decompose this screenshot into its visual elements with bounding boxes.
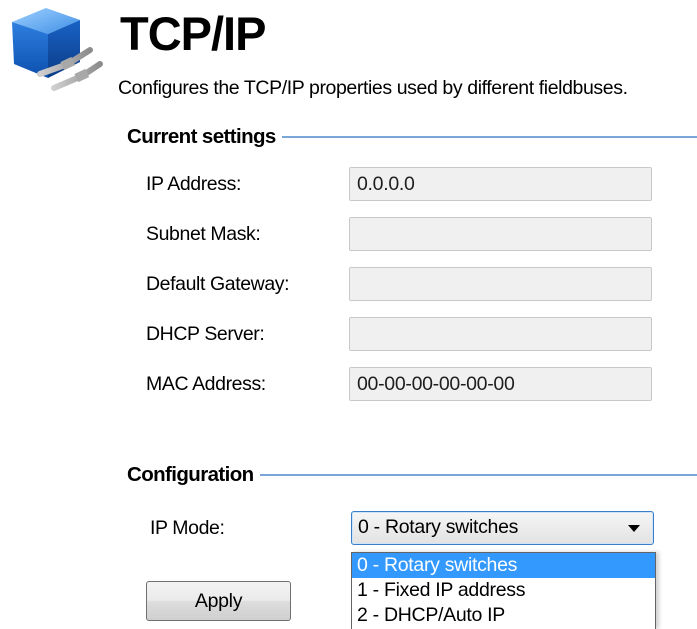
subnet-mask-label: Subnet Mask: bbox=[146, 223, 261, 245]
default-gateway-label: Default Gateway: bbox=[146, 273, 290, 295]
configuration-section: Configuration bbox=[127, 462, 697, 488]
ip-mode-selected-value: 0 - Rotary switches bbox=[358, 516, 519, 538]
page-description: Configures the TCP/IP properties used by… bbox=[118, 77, 628, 99]
default-gateway-field bbox=[349, 267, 652, 301]
current-settings-heading: Current settings bbox=[127, 125, 276, 148]
ip-mode-option[interactable]: 0 - Rotary switches bbox=[352, 553, 655, 578]
dhcp-server-label: DHCP Server: bbox=[146, 323, 265, 345]
chevron-down-icon[interactable] bbox=[628, 525, 640, 532]
ip-mode-option[interactable]: 1 - Fixed IP address bbox=[352, 578, 655, 603]
section-divider bbox=[281, 136, 697, 138]
mac-address-field: 00-00-00-00-00-00 bbox=[349, 367, 652, 401]
ip-mode-label: IP Mode: bbox=[150, 517, 225, 539]
ip-address-label: IP Address: bbox=[146, 173, 241, 195]
subnet-mask-field bbox=[349, 217, 652, 251]
page-title: TCP/IP bbox=[120, 7, 266, 60]
ip-mode-options-list[interactable]: 0 - Rotary switches 1 - Fixed IP address… bbox=[351, 552, 656, 629]
ip-mode-option[interactable]: 2 - DHCP/Auto IP bbox=[352, 603, 655, 628]
apply-button[interactable]: Apply bbox=[146, 581, 291, 621]
mac-address-label: MAC Address: bbox=[146, 373, 266, 395]
section-divider bbox=[259, 474, 697, 476]
ip-address-field: 0.0.0.0 bbox=[349, 167, 652, 201]
current-settings-section: Current settings bbox=[127, 124, 697, 150]
ip-mode-dropdown[interactable]: 0 - Rotary switches bbox=[351, 511, 654, 545]
dhcp-server-field bbox=[349, 317, 652, 351]
network-cube-icon bbox=[6, 4, 106, 98]
configuration-heading: Configuration bbox=[127, 463, 254, 486]
